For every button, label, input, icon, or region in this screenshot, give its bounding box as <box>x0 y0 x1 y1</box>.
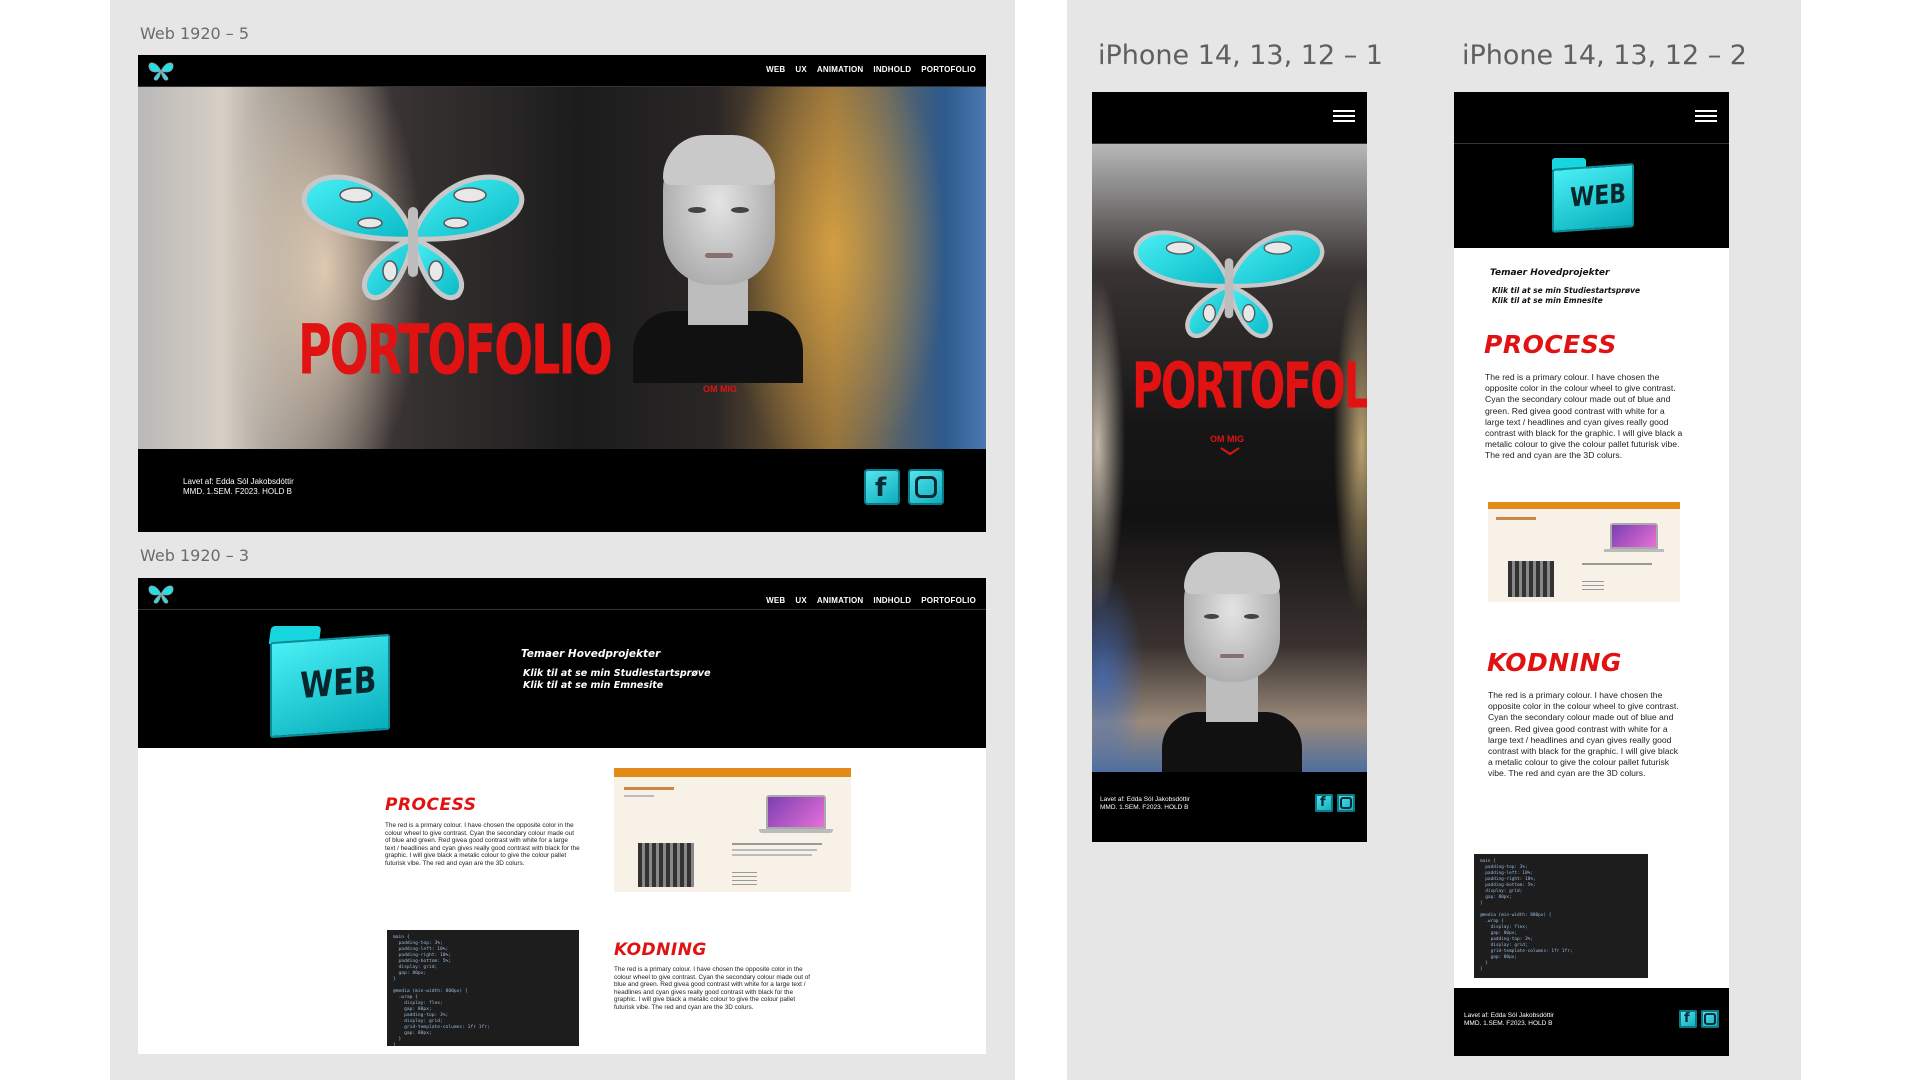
nav-item-ux[interactable]: UX <box>795 65 807 74</box>
frame-web3[interactable]: WEB UX ANIMATION INDHOLD PORTOFOLIO WEB … <box>138 578 986 1054</box>
nav-links: WEB UX ANIMATION INDHOLD PORTOFOLIO <box>766 65 976 74</box>
hamburger-menu-icon[interactable] <box>1333 110 1355 124</box>
om-mig-link[interactable]: OM MIG <box>1210 434 1244 444</box>
link-emnesite[interactable]: Klik til at se min Emnesite <box>1492 296 1603 305</box>
website-screenshot <box>1488 502 1680 602</box>
footer-credit: Lavet af: Edda Sól Jakobsdóttir MMD. 1.S… <box>1100 796 1190 812</box>
nav-item-indhold[interactable]: INDHOLD <box>873 596 911 605</box>
credit-line-2: MMD. 1.SEM. F2023. HOLD B <box>1100 804 1189 811</box>
social-links: f <box>1679 1010 1719 1028</box>
kodning-title: KODNING <box>1487 648 1622 677</box>
instagram-icon[interactable] <box>1701 1010 1719 1028</box>
nav-item-ux[interactable]: UX <box>795 596 807 605</box>
projects-heading: Temaer Hovedprojekter <box>1490 268 1610 278</box>
instagram-icon[interactable] <box>1337 794 1355 812</box>
link-emnesite[interactable]: Klik til at se min Emnesite <box>523 680 663 691</box>
projects-heading: Temaer Hovedprojekter <box>521 648 661 660</box>
mobile-nav <box>1092 92 1367 144</box>
credit-line-1: Lavet af: Edda Sól Jakobsdóttir <box>183 477 294 486</box>
kodning-text: The red is a primary colour. I have chos… <box>614 966 811 1011</box>
mobile-footer: Lavet af: Edda Sól Jakobsdóttir MMD. 1.S… <box>1454 988 1729 1056</box>
social-links: f <box>1315 794 1355 812</box>
top-nav: WEB UX ANIMATION INDHOLD PORTOFOLIO <box>138 55 986 87</box>
frame-label-iphone1[interactable]: iPhone 14, 13, 12 – 1 <box>1098 40 1383 71</box>
footer-credit: Lavet af: Edda Sól Jakobsdóttir MMD. 1.S… <box>183 477 294 497</box>
web-folder-icon: WEB <box>268 626 394 739</box>
design-canvas: Web 1920 – 5 Web 1920 – 3 iPhone 14, 13,… <box>0 0 1920 1080</box>
credit-line-2: MMD. 1.SEM. F2023. HOLD B <box>183 487 292 496</box>
kodning-text: The red is a primary colour. I have chos… <box>1488 690 1679 779</box>
nav-item-portofolio[interactable]: PORTOFOLIO <box>921 596 976 605</box>
nav-item-animation[interactable]: ANIMATION <box>817 65 864 74</box>
footer-credit: Lavet af: Edda Sól Jakobsdóttir MMD. 1.S… <box>1464 1012 1554 1028</box>
mobile-hero: PORTOFOLIO OM MIG <box>1092 144 1367 772</box>
mobile-footer: Lavet af: Edda Sól Jakobsdóttir MMD. 1.S… <box>1092 772 1367 842</box>
frame-iphone1[interactable]: PORTOFOLIO OM MIG Lavet af: Edda Sól Jak… <box>1092 92 1367 842</box>
portrait-photo <box>1162 552 1302 772</box>
nav-item-web[interactable]: WEB <box>766 65 785 74</box>
chevron-down-icon[interactable] <box>1219 446 1241 456</box>
nav-item-portofolio[interactable]: PORTOFOLIO <box>921 65 976 74</box>
nav-item-web[interactable]: WEB <box>766 596 785 605</box>
facebook-icon[interactable]: f <box>1315 794 1333 812</box>
portrait-photo <box>633 135 803 383</box>
kodning-title: KODNING <box>614 940 707 960</box>
social-links: f <box>864 469 944 505</box>
hero-section: PORTOFOLIO OM MIG <box>138 87 986 449</box>
mobile-nav <box>1454 92 1729 144</box>
credit-line-1: Lavet af: Edda Sól Jakobsdóttir <box>1100 796 1190 803</box>
process-title: PROCESS <box>385 795 477 815</box>
process-text: The red is a primary colour. I have chos… <box>385 822 580 867</box>
link-studiestart[interactable]: Klik til at se min Studiestartsprøve <box>523 668 711 679</box>
credit-line-1: Lavet af: Edda Sól Jakobsdóttir <box>1464 1012 1554 1019</box>
web-hero-block: WEB <box>1454 144 1729 248</box>
hero-title: PORTOFOLIO <box>298 309 613 390</box>
website-screenshot <box>614 768 851 892</box>
credit-line-2: MMD. 1.SEM. F2023. HOLD B <box>1464 1020 1553 1027</box>
frame-iphone2[interactable]: WEB Temaer Hovedprojekter Klik til at se… <box>1454 92 1729 1056</box>
frame-label-web3[interactable]: Web 1920 – 3 <box>140 546 249 565</box>
folder-label: WEB <box>300 659 377 708</box>
butterfly-logo-icon[interactable] <box>146 61 176 81</box>
frame-label-web5[interactable]: Web 1920 – 5 <box>140 24 249 43</box>
facebook-icon[interactable]: f <box>864 469 900 505</box>
hamburger-menu-icon[interactable] <box>1695 110 1717 124</box>
web-folder-icon: WEB <box>1552 158 1636 233</box>
frame-label-iphone2[interactable]: iPhone 14, 13, 12 – 2 <box>1462 40 1747 71</box>
hero-title: PORTOFOLIO <box>1132 349 1367 423</box>
om-mig-link[interactable]: OM MIG <box>703 384 737 394</box>
butterfly-3d-icon <box>301 174 525 300</box>
link-studiestart[interactable]: Klik til at se min Studiestartsprøve <box>1492 286 1640 295</box>
nav-item-animation[interactable]: ANIMATION <box>817 596 864 605</box>
facebook-icon[interactable]: f <box>1679 1010 1697 1028</box>
web-hero-block: WEB UX ANIMATION INDHOLD PORTOFOLIO WEB … <box>138 578 986 748</box>
instagram-icon[interactable] <box>908 469 944 505</box>
process-text: The red is a primary colour. I have chos… <box>1485 372 1683 461</box>
nav-item-indhold[interactable]: INDHOLD <box>873 65 911 74</box>
frame-web5[interactable]: WEB UX ANIMATION INDHOLD PORTOFOLIO PORT… <box>138 55 986 532</box>
footer: Lavet af: Edda Sól Jakobsdóttir MMD. 1.S… <box>138 449 986 532</box>
nav-links: WEB UX ANIMATION INDHOLD PORTOFOLIO <box>766 596 976 605</box>
code-screenshot: main { padding-top: 3%; padding-left: 10… <box>387 930 579 1046</box>
top-nav: WEB UX ANIMATION INDHOLD PORTOFOLIO <box>138 578 986 610</box>
butterfly-logo-icon[interactable] <box>146 584 176 604</box>
butterfly-3d-icon <box>1133 230 1325 338</box>
code-screenshot: main { padding-top: 3%; padding-left: 10… <box>1474 854 1648 978</box>
folder-label: WEB <box>1570 179 1627 214</box>
process-title: PROCESS <box>1484 330 1617 359</box>
